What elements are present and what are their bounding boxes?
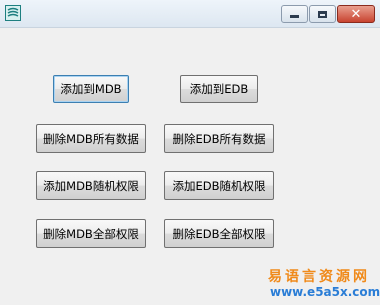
add-mdb-random-permissions-button[interactable]: 添加MDB随机权限 bbox=[36, 171, 146, 200]
title-bar[interactable]: ✕ bbox=[0, 0, 380, 28]
app-icon[interactable] bbox=[5, 5, 21, 21]
minimize-button[interactable] bbox=[281, 5, 308, 23]
minimize-icon bbox=[290, 15, 299, 18]
maximize-icon bbox=[318, 10, 327, 18]
watermark-url: www.e5a5x.com bbox=[270, 285, 380, 299]
add-edb-random-permissions-button[interactable]: 添加EDB随机权限 bbox=[164, 171, 274, 200]
close-icon: ✕ bbox=[350, 6, 362, 22]
delete-all-mdb-permissions-button[interactable]: 删除MDB全部权限 bbox=[36, 219, 146, 248]
maximize-button[interactable] bbox=[309, 5, 336, 23]
add-to-edb-button[interactable]: 添加到EDB bbox=[180, 75, 258, 103]
close-button[interactable]: ✕ bbox=[337, 5, 375, 23]
delete-all-edb-permissions-button[interactable]: 删除EDB全部权限 bbox=[164, 219, 274, 248]
watermark-site-name: 易语言资源网 bbox=[268, 269, 370, 285]
delete-all-edb-data-button[interactable]: 删除EDB所有数据 bbox=[164, 124, 274, 153]
delete-all-mdb-data-button[interactable]: 删除MDB所有数据 bbox=[36, 124, 146, 153]
add-to-mdb-button[interactable]: 添加到MDB bbox=[53, 75, 129, 103]
